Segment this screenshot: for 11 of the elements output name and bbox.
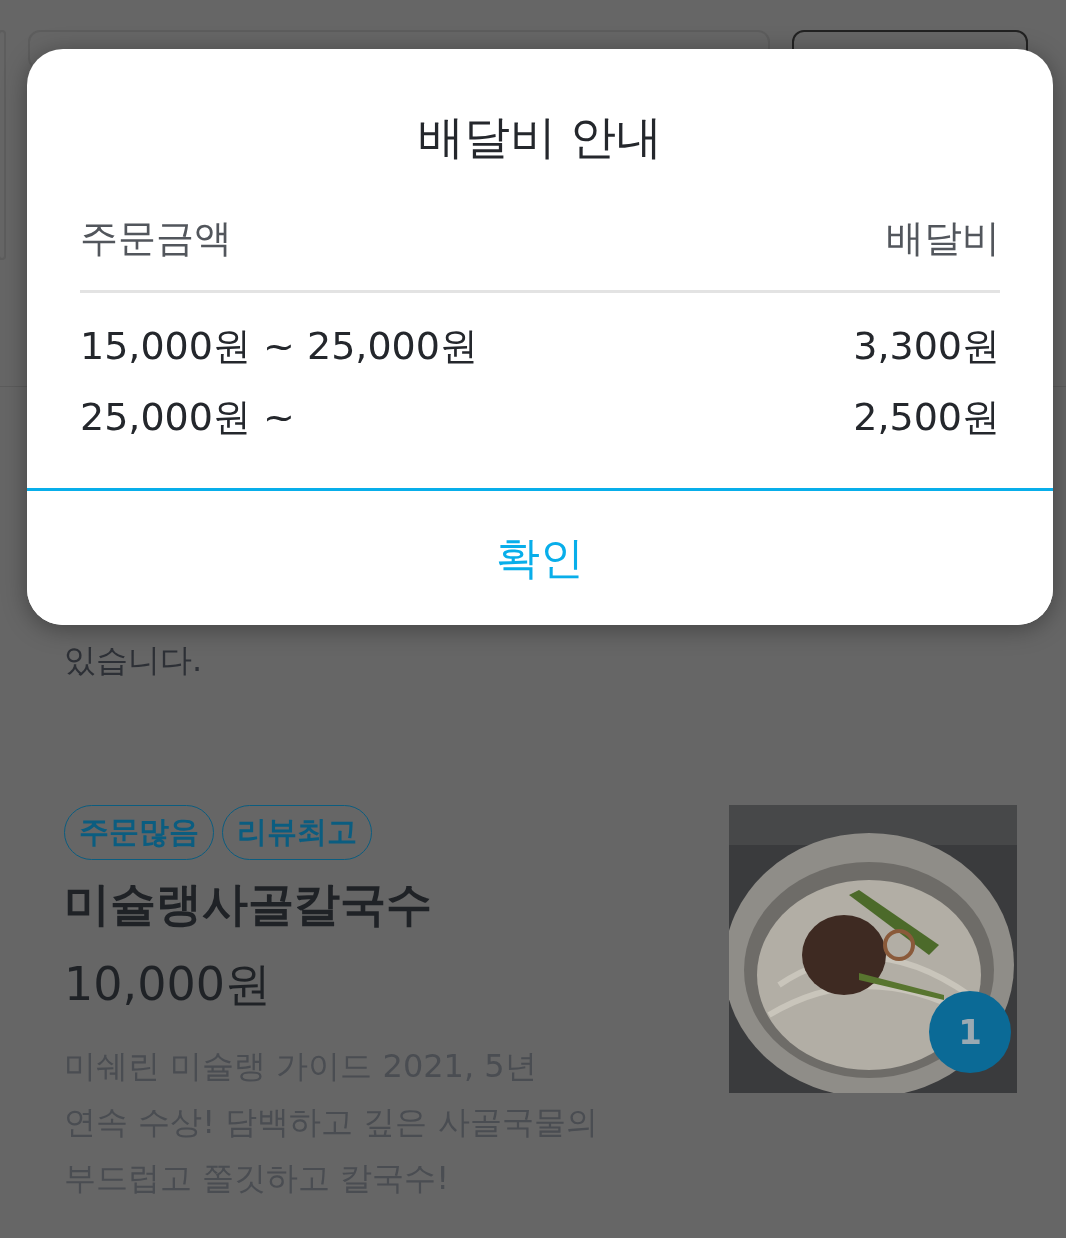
menu-price: 10,000원	[64, 956, 272, 1013]
column-header: 주문금액	[80, 215, 232, 262]
table-cell-text: 3,300원	[853, 323, 1000, 370]
table-cell-text: 2,500원	[853, 394, 1000, 441]
confirm-button[interactable]: 확인	[27, 488, 1053, 625]
description-text: 있습니다.	[64, 640, 204, 681]
menu-name: 미슐랭사골칼국수	[64, 876, 433, 933]
table-cell-text: 25,000원 ~	[80, 394, 295, 441]
column-header: 배달비	[886, 215, 1000, 262]
table-cell-text: 15,000원 ~ 25,000원	[80, 323, 478, 370]
dialog-title: 배달비 안내	[416, 109, 664, 166]
